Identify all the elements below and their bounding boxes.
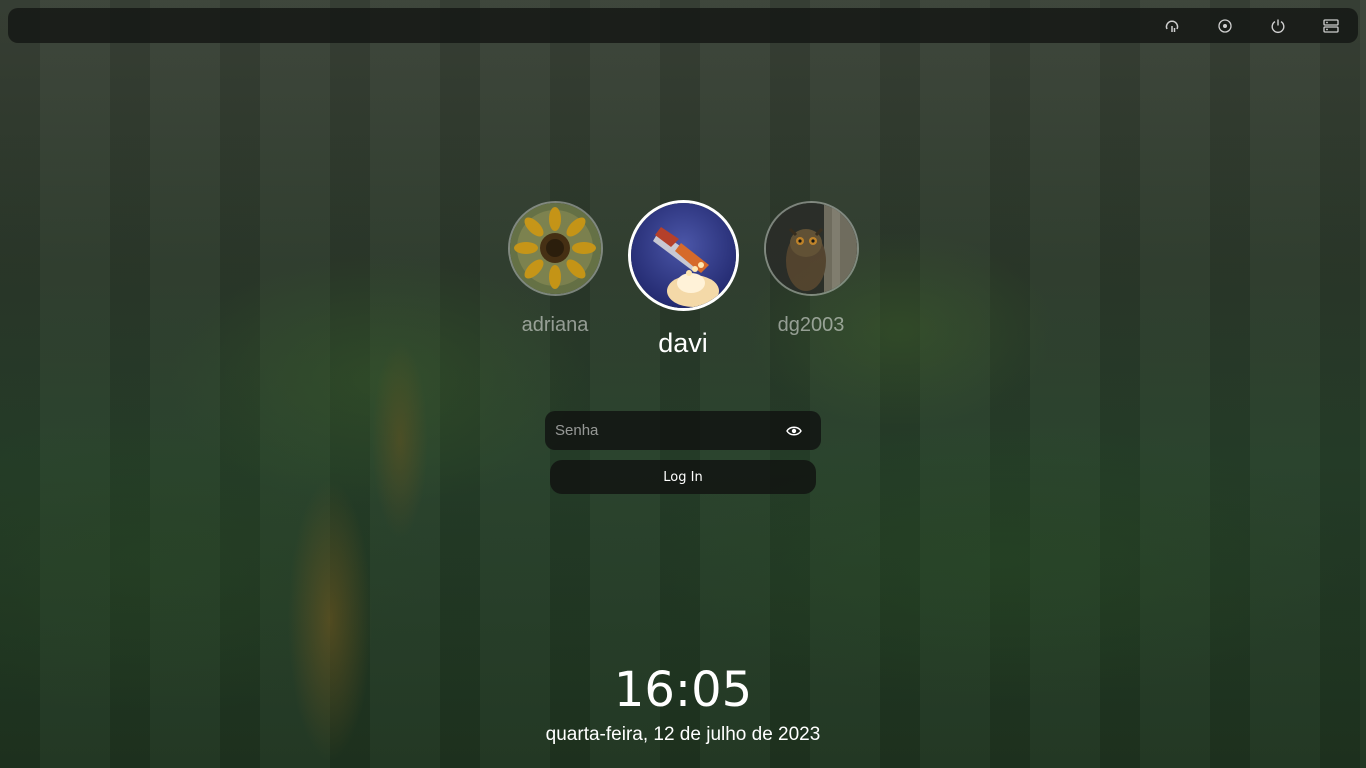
clock-date: quarta-feira, 12 de julho de 2023 — [545, 724, 821, 745]
power-button[interactable] — [1265, 13, 1291, 39]
reveal-password-button[interactable] — [783, 420, 805, 442]
accessibility-icon — [1165, 19, 1179, 32]
session-button[interactable] — [1212, 13, 1238, 39]
user-name: dg2003 — [777, 314, 845, 336]
avatar — [627, 200, 739, 311]
eye-icon — [786, 426, 802, 435]
power-icon — [1271, 19, 1285, 33]
password-field — [545, 411, 821, 450]
session-icon — [1218, 18, 1232, 33]
password-input[interactable] — [545, 421, 783, 440]
user-dg2003[interactable]: dg2003 — [763, 201, 859, 337]
avatar — [763, 201, 859, 296]
sunflower-icon — [509, 203, 601, 294]
user-adriana[interactable]: adriana — [507, 201, 603, 337]
user-davi[interactable]: davi — [627, 200, 739, 359]
clock-time: 16:05 — [613, 662, 753, 718]
avatar — [507, 201, 603, 296]
top-bar — [8, 8, 1358, 43]
system-tray — [1132, 8, 1344, 43]
accessibility-button[interactable] — [1159, 13, 1185, 39]
space-shuttle-icon — [630, 203, 736, 308]
keyboard-layout-icon — [1323, 18, 1339, 33]
user-name: davi — [658, 328, 708, 358]
login-button[interactable]: Log In — [550, 460, 816, 494]
owl-icon — [765, 203, 857, 294]
user-list: adriana davi dg2003 — [0, 200, 1366, 370]
keyboard-layout-button[interactable] — [1318, 13, 1344, 39]
user-name: adriana — [521, 314, 589, 336]
